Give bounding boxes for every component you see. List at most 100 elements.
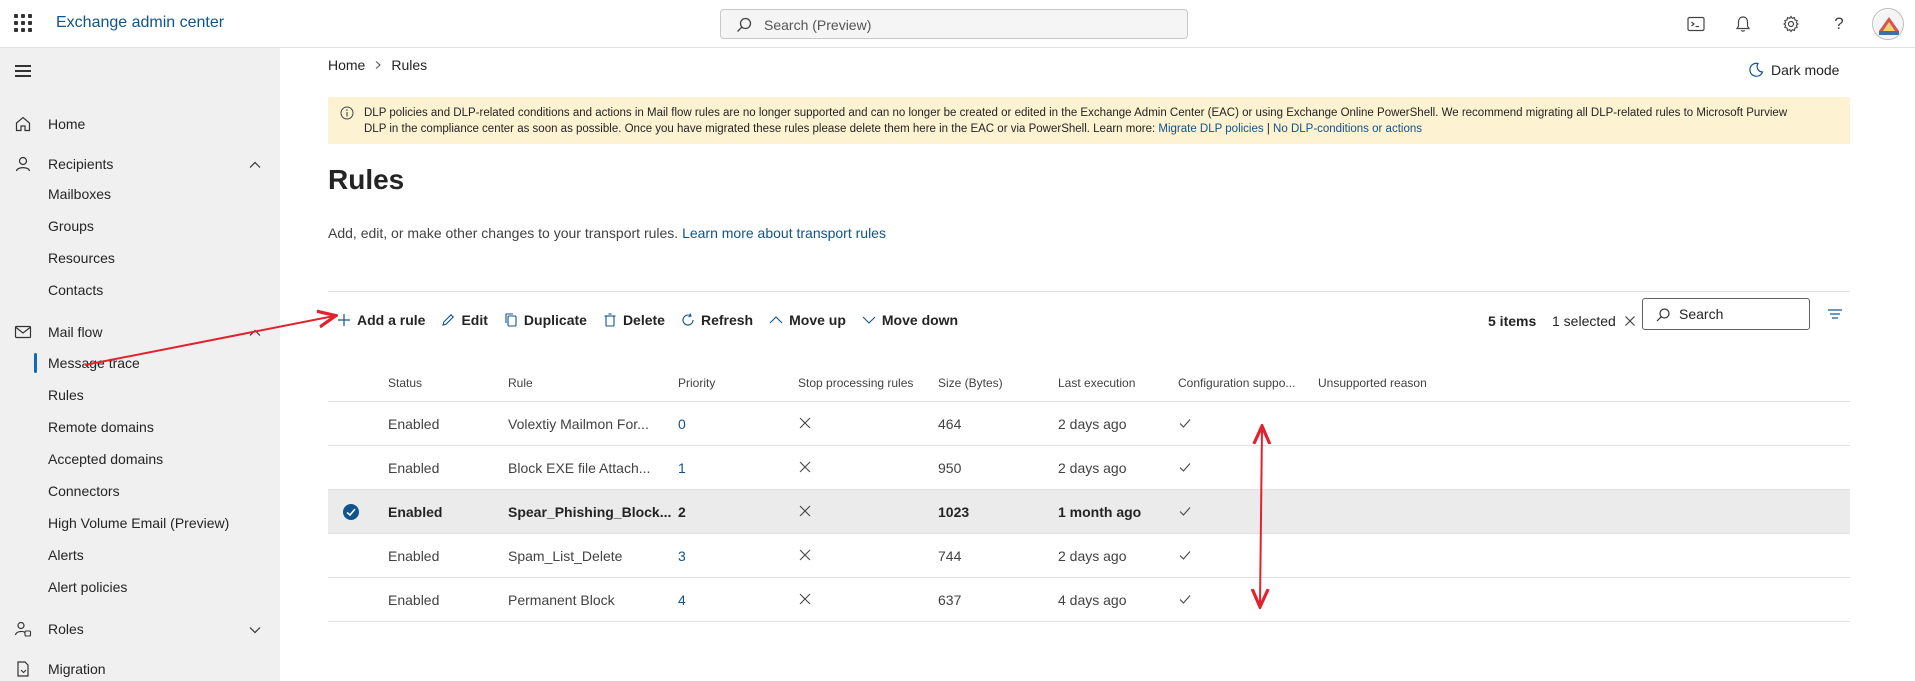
chevron-right-icon [375, 61, 382, 69]
dark-mode-toggle[interactable]: Dark mode [1748, 62, 1839, 78]
chevron-up-icon[interactable] [248, 326, 262, 340]
app-launcher-icon[interactable] [14, 14, 32, 32]
x-icon [799, 461, 811, 473]
gear-icon[interactable] [1779, 12, 1803, 36]
pencil-icon [442, 314, 455, 326]
sidebar-item-connectors[interactable]: Connectors [48, 481, 120, 501]
learn-more-link[interactable]: Learn more about transport rules [682, 225, 886, 241]
sidebar-item-mail-flow[interactable]: Mail flow [0, 316, 280, 348]
migrate-dlp-link[interactable]: Migrate DLP policies [1158, 123, 1263, 135]
sidebar-item-high-volume-email[interactable]: High Volume Email (Preview) [48, 513, 229, 533]
cell-priority: 0 [678, 416, 686, 432]
sidebar-item-roles[interactable]: Roles [0, 613, 280, 645]
col-priority[interactable]: Priority [678, 376, 715, 390]
sidebar-item-message-trace[interactable]: Message trace [48, 353, 140, 373]
col-last-execution[interactable]: Last execution [1058, 376, 1135, 390]
hamburger-menu-icon[interactable] [15, 65, 31, 77]
app-title[interactable]: Exchange admin center [56, 14, 224, 32]
breadcrumb-current: Rules [391, 57, 428, 73]
close-icon[interactable] [1624, 315, 1636, 327]
cell-size: 744 [938, 548, 962, 564]
sidebar-item-resources[interactable]: Resources [48, 248, 115, 268]
global-search-placeholder: Search (Preview) [764, 17, 872, 33]
help-icon[interactable]: ? [1827, 12, 1851, 36]
cell-last-execution: 2 days ago [1058, 416, 1127, 432]
chevron-down-icon[interactable] [248, 623, 262, 637]
filter-icon[interactable] [1827, 306, 1843, 322]
sidebar-item-accepted-domains[interactable]: Accepted domains [48, 449, 163, 469]
sidebar-item-alert-policies[interactable]: Alert policies [48, 577, 127, 597]
sidebar-item-home[interactable]: Home [0, 108, 280, 140]
col-size[interactable]: Size (Bytes) [938, 376, 1003, 390]
avatar[interactable] [1872, 8, 1904, 40]
edit-button[interactable]: Edit [440, 304, 488, 336]
page-description: Add, edit, or make other changes to your… [328, 225, 886, 241]
cell-size: 950 [938, 460, 962, 476]
breadcrumb-home[interactable]: Home [328, 57, 365, 73]
rules-table: Status Rule Priority Stop processing rul… [328, 362, 1850, 622]
trash-icon [604, 313, 616, 327]
banner-text-line2: DLP in the compliance center as soon as … [364, 123, 1156, 135]
cell-last-execution: 1 month ago [1058, 504, 1142, 520]
row-selected-check-icon[interactable] [342, 503, 360, 521]
selected-indicator [34, 353, 37, 373]
sidebar-item-remote-domains[interactable]: Remote domains [48, 417, 154, 437]
moon-icon [1749, 62, 1764, 77]
edit-label: Edit [461, 312, 488, 328]
plus-icon [338, 314, 350, 326]
no-dlp-link[interactable]: No DLP-conditions or actions [1273, 123, 1422, 135]
duplicate-label: Duplicate [523, 312, 587, 328]
chevron-up-icon[interactable] [248, 158, 262, 172]
terminal-icon[interactable] [1684, 12, 1708, 36]
col-status[interactable]: Status [388, 376, 422, 390]
delete-button[interactable]: Delete [602, 304, 665, 336]
move-up-label: Move up [789, 312, 846, 328]
col-stop-processing[interactable]: Stop processing rules [798, 376, 913, 390]
cell-rule[interactable]: Block EXE file Attach... [508, 460, 650, 476]
table-row[interactable]: Enabled Spam_List_Delete 3 744 2 days ago [328, 534, 1850, 578]
selected-count: 1 selected [1552, 313, 1636, 329]
move-up-button[interactable]: Move up [768, 304, 846, 336]
col-rule[interactable]: Rule [508, 376, 533, 390]
cell-last-execution: 2 days ago [1058, 548, 1127, 564]
page-description-text: Add, edit, or make other changes to your… [328, 225, 679, 241]
checkmark-icon [1179, 595, 1191, 604]
refresh-button[interactable]: Refresh [680, 304, 753, 336]
cell-rule[interactable]: Volextiy Mailmon For... [508, 416, 649, 432]
bell-icon[interactable] [1731, 12, 1755, 36]
cell-status: Enabled [388, 592, 440, 608]
col-config-support[interactable]: Configuration suppo... [1178, 376, 1295, 390]
col-unsupported-reason[interactable]: Unsupported reason [1318, 376, 1427, 390]
refresh-label: Refresh [700, 312, 754, 328]
banner-text-line2-wrap: DLP in the compliance center as soon as … [364, 121, 1840, 137]
table-row[interactable]: Enabled Spear_Phishing_Block... 2 1023 1 mon… [328, 490, 1850, 534]
table-search-placeholder: Search [1679, 306, 1724, 322]
global-search-input[interactable]: Search (Preview) [720, 9, 1188, 39]
table-row[interactable]: Enabled Volextiy Mailmon For... 0 464 2 days… [328, 402, 1850, 446]
refresh-icon [682, 313, 694, 326]
sidebar-item-recipients[interactable]: Recipients [0, 148, 280, 180]
roles-icon [14, 621, 32, 637]
sidebar-item-alerts[interactable]: Alerts [48, 545, 84, 565]
sidebar-item-groups[interactable]: Groups [48, 216, 94, 236]
page-title: Rules [328, 164, 405, 195]
sidebar-item-migration[interactable]: Migration [0, 653, 280, 681]
mail-icon [14, 325, 32, 339]
sidebar-item-contacts[interactable]: Contacts [48, 280, 103, 300]
add-rule-button[interactable]: Add a rule [336, 304, 425, 336]
sidebar-item-mailboxes[interactable]: Mailboxes [48, 184, 111, 204]
migration-icon [17, 661, 29, 677]
move-down-button[interactable]: Move down [861, 304, 958, 336]
cell-last-execution: 4 days ago [1058, 592, 1127, 608]
table-header: Status Rule Priority Stop processing rul… [328, 362, 1850, 402]
cell-rule[interactable]: Spam_List_Delete [508, 548, 622, 564]
table-row[interactable]: Enabled Block EXE file Attach... 1 950 2 day… [328, 446, 1850, 490]
sidebar-item-rules[interactable]: Rules [48, 385, 84, 405]
move-down-label: Move down [881, 312, 959, 328]
duplicate-button[interactable]: Duplicate [503, 304, 587, 336]
cell-rule[interactable]: Spear_Phishing_Block... [508, 504, 671, 520]
table-row[interactable]: Enabled Permanent Block 4 637 4 days ago [328, 578, 1850, 622]
table-search-input[interactable]: Search [1642, 298, 1810, 330]
top-bar: Exchange admin center Search (Preview) ? [0, 0, 1915, 48]
cell-rule[interactable]: Permanent Block [508, 592, 615, 608]
